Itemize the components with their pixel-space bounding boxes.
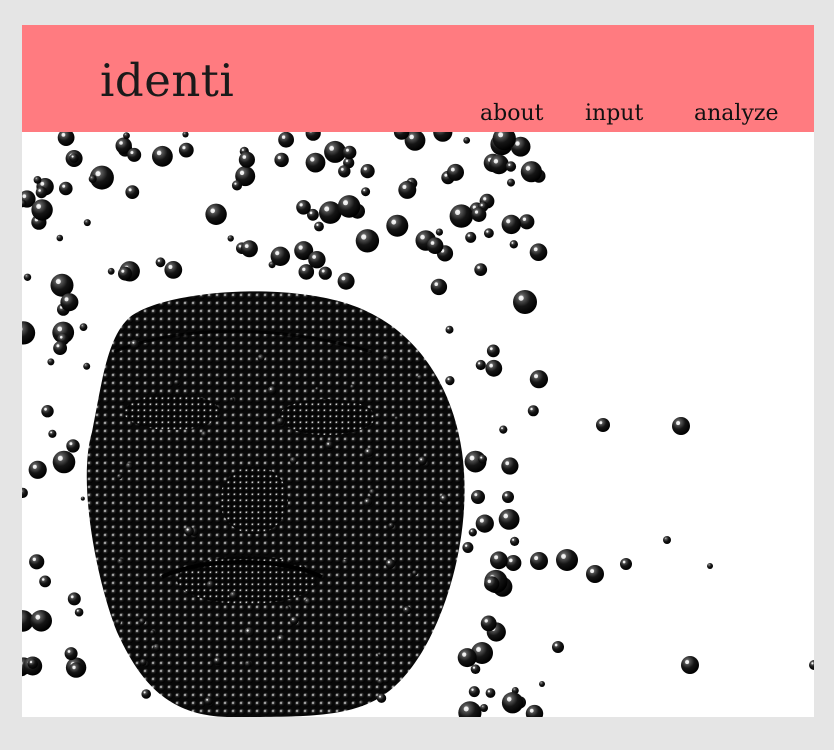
nav-link-analyze[interactable]: analyze <box>694 100 778 128</box>
page-frame: identi about input analyze <box>22 25 814 717</box>
site-logo[interactable]: identi <box>100 52 234 110</box>
nav-link-about[interactable]: about <box>480 100 543 128</box>
nav-link-input[interactable]: input <box>585 100 643 128</box>
hero-sphere-face-image <box>22 132 814 717</box>
site-header: identi about input analyze <box>22 25 814 132</box>
